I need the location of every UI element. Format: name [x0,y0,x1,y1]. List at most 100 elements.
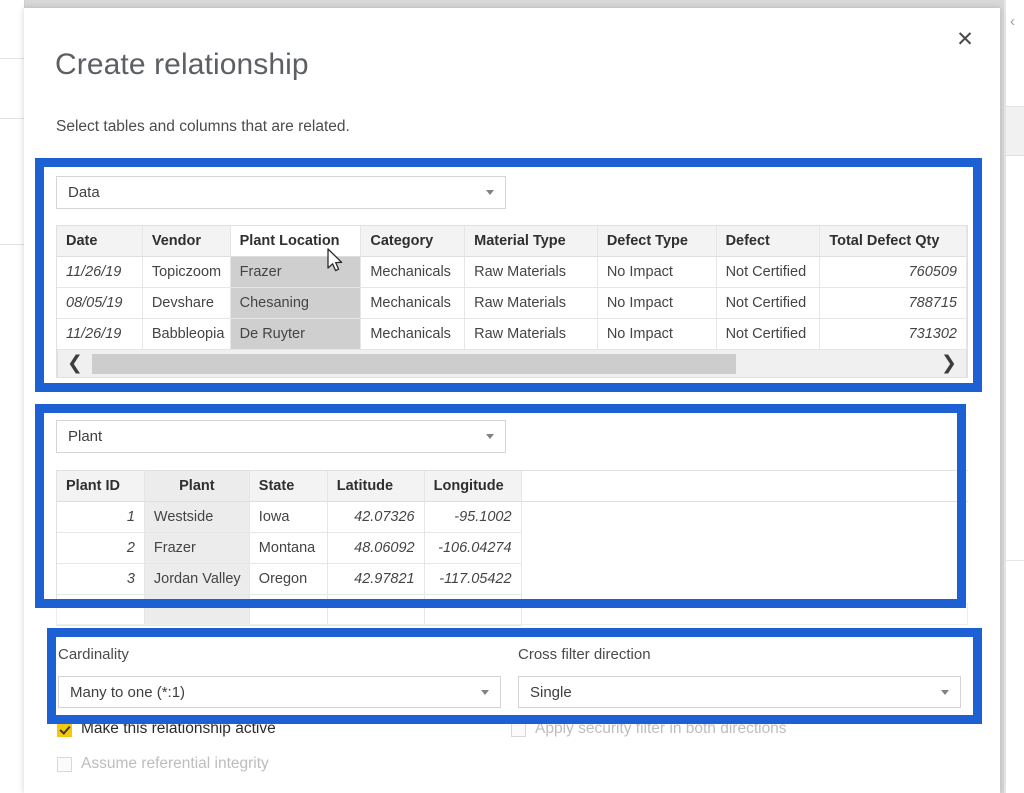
column-header-plant[interactable]: Plant [145,471,250,502]
column-header-state[interactable]: State [250,471,328,502]
cell-material-type: Raw Materials [465,319,598,350]
cell-plant-id: 1 [57,502,145,533]
cell-plant-location: De Ruyter [231,319,362,350]
cell-material-type: Raw Materials [465,257,598,288]
cell-defect: Not Certified [717,288,821,319]
cell-defect-type: No Impact [598,257,717,288]
cell-plant-id: 3 [57,564,145,595]
cell-defect: Not Certified [717,257,821,288]
cross-filter-select[interactable]: Single [518,676,961,708]
cell-vendor: Devshare [143,288,231,319]
cell-state: Iowa [250,502,328,533]
create-relationship-dialog: ✕ Create relationship Select tables and … [24,8,1000,793]
background-divider [0,118,24,119]
cell-vendor: Babbleopia [143,319,231,350]
table-row[interactable]: 3 Jordan Valley Oregon 42.97821 -117.054… [57,564,968,595]
collapse-chevron-icon[interactable]: ‹ [1010,14,1015,29]
cell-plant-location: Frazer [231,257,362,288]
from-table-hscrollbar[interactable]: ❮ ❯ [57,350,967,378]
column-header-defect[interactable]: Defect [717,226,821,257]
cell-category: Mechanicals [361,288,465,319]
chevron-down-icon [941,690,949,695]
column-header-total-defect-qty[interactable]: Total Defect Qty [820,226,967,257]
make-relationship-active-row[interactable]: Make this relationship active [57,720,276,738]
cell-latitude: 42.97821 [328,564,425,595]
column-header-filler [522,471,968,502]
cell-date: 11/26/19 [57,319,143,350]
cell-longitude: -106.04274 [425,533,522,564]
cell-total-defect-qty: 731302 [820,319,967,350]
cell-latitude: 48.06092 [328,533,425,564]
apply-security-filter-checkbox [511,722,526,737]
cell-state: Montana [250,533,328,564]
cell-filler [522,533,968,564]
options-section: Cardinality Cross filter direction Many … [56,640,968,710]
from-table-grid: Date Vendor Plant Location Category Mate… [56,225,968,378]
cell-latitude: 42.07326 [328,502,425,533]
column-header-category[interactable]: Category [361,226,465,257]
make-relationship-active-checkbox[interactable] [57,722,72,737]
cell-filler [522,502,968,533]
background-divider [0,244,24,245]
cell-defect: Not Certified [717,319,821,350]
table-row[interactable]: 1 Westside Iowa 42.07326 -95.1002 [57,502,968,533]
background-divider [1006,560,1024,561]
from-table-header-row: Date Vendor Plant Location Category Mate… [57,226,967,257]
cell-defect-type: No Impact [598,319,717,350]
chevron-down-icon [486,190,494,195]
cardinality-value: Many to one (*:1) [59,684,185,701]
cell-total-defect-qty: 760509 [820,257,967,288]
column-header-plant-location[interactable]: Plant Location [231,226,362,257]
cardinality-select[interactable]: Many to one (*:1) [58,676,501,708]
to-table-header-row: Plant ID Plant State Latitude Longitude [57,471,968,502]
cell-plant: Jordan Valley [145,564,250,595]
table-row[interactable]: 08/05/19 Devshare Chesaning Mechanicals … [57,288,967,319]
to-table-frame [56,603,968,625]
scrollbar-thumb[interactable] [92,354,736,374]
assume-referential-integrity-checkbox [57,757,72,772]
close-icon[interactable]: ✕ [948,22,982,56]
scroll-right-icon[interactable]: ❯ [932,354,966,373]
column-header-longitude[interactable]: Longitude [425,471,522,502]
chevron-down-icon [481,690,489,695]
scroll-left-icon[interactable]: ❮ [58,354,92,373]
cardinality-label: Cardinality [58,646,129,663]
column-header-plant-id[interactable]: Plant ID [57,471,145,502]
column-header-date[interactable]: Date [57,226,143,257]
from-table-section: Data Date Vendor Plant Location Category… [56,176,968,378]
cell-defect-type: No Impact [598,288,717,319]
from-table-select[interactable]: Data [56,176,506,209]
dialog-subtitle: Select tables and columns that are relat… [56,118,350,136]
to-table-section: Plant Plant ID Plant State Latitude Long… [56,420,968,626]
cell-category: Mechanicals [361,319,465,350]
cell-plant: Frazer [145,533,250,564]
cell-vendor: Topiczoom [143,257,231,288]
cell-filler [522,564,968,595]
assume-referential-integrity-label: Assume referential integrity [81,755,269,773]
cell-total-defect-qty: 788715 [820,288,967,319]
table-row[interactable]: 2 Frazer Montana 48.06092 -106.04274 [57,533,968,564]
cell-plant: Westside [145,502,250,533]
from-table-select-value: Data [57,184,100,201]
cross-filter-label: Cross filter direction [518,646,651,663]
apply-security-filter-label: Apply security filter in both directions [535,720,787,738]
cell-state: Oregon [250,564,328,595]
column-header-material-type[interactable]: Material Type [465,226,598,257]
cell-category: Mechanicals [361,257,465,288]
to-table-select-value: Plant [57,428,102,445]
column-header-defect-type[interactable]: Defect Type [598,226,717,257]
to-table-select[interactable]: Plant [56,420,506,453]
cell-longitude: -95.1002 [425,502,522,533]
column-header-vendor[interactable]: Vendor [143,226,231,257]
scrollbar-track[interactable] [736,354,932,374]
apply-security-filter-row: Apply security filter in both directions [511,720,787,738]
background-divider [0,58,24,59]
column-header-latitude[interactable]: Latitude [328,471,425,502]
cross-filter-value: Single [519,684,572,701]
cell-plant-location: Chesaning [231,288,362,319]
table-row[interactable]: 11/26/19 Topiczoom Frazer Mechanicals Ra… [57,257,967,288]
page-title: Create relationship [55,48,309,82]
make-relationship-active-label: Make this relationship active [81,720,276,738]
table-row[interactable]: 11/26/19 Babbleopia De Ruyter Mechanical… [57,319,967,350]
cell-date: 08/05/19 [57,288,143,319]
